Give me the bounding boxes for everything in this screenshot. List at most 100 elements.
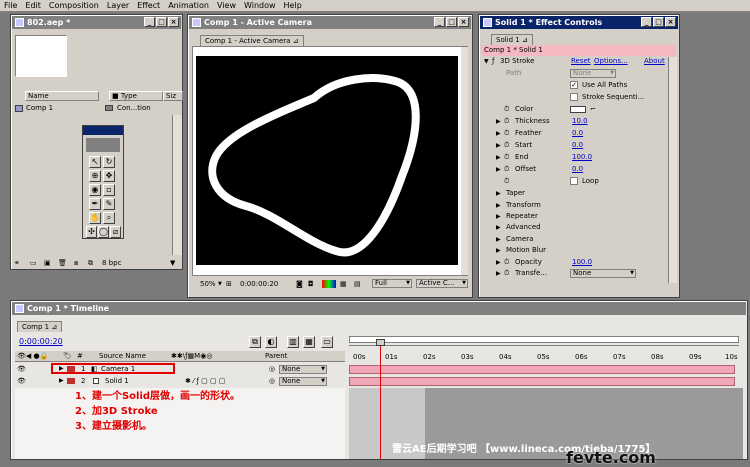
layer-name[interactable]: Solid 1	[105, 376, 129, 386]
minimize-button[interactable]: _	[434, 17, 445, 27]
bpc-label[interactable]: 8 bpc	[102, 257, 121, 269]
layer-switches-icon[interactable]: ✱ ⁄ ƒ ▢ ▢ ▢	[185, 376, 225, 386]
menu-help[interactable]: Help	[280, 1, 306, 10]
parent-select[interactable]: None	[279, 377, 327, 386]
use-all-paths-checkbox[interactable]: ✓	[570, 81, 578, 89]
fx-toggle-icon[interactable]: ƒ	[492, 56, 494, 67]
color-swatch[interactable]	[570, 106, 586, 113]
zoom-tool-icon[interactable]: ⌕	[103, 212, 115, 224]
axis-mode-world-icon[interactable]: ◯	[98, 226, 109, 238]
chevron-right-icon[interactable]: ▶	[496, 245, 501, 256]
tab-active-camera[interactable]: Comp 1 - Active Camera ⊿	[200, 35, 304, 46]
minimize-button[interactable]: _	[144, 17, 155, 27]
safe-margins-icon[interactable]: ⊞	[226, 278, 232, 290]
loop-checkbox[interactable]	[570, 177, 578, 185]
comp-timecode[interactable]: 0:00:00:20	[240, 278, 278, 290]
new-comp-icon[interactable]: ▣	[44, 257, 51, 269]
expand-icon[interactable]: ▶	[59, 376, 64, 386]
path-select[interactable]: None	[570, 69, 616, 78]
work-area-bar[interactable]	[349, 336, 739, 343]
thickness-value[interactable]: 10.0	[572, 116, 588, 127]
stopwatch-icon[interactable]: ⏱	[504, 268, 509, 279]
comp-titlebar[interactable]: Comp 1 - Active Camera _ □ ×	[189, 16, 471, 29]
source-name-header[interactable]: Source Name	[99, 351, 146, 362]
axis-mode-local-icon[interactable]: ✣	[86, 226, 97, 238]
stopwatch-icon[interactable]: ⏱	[504, 152, 509, 163]
chevron-right-icon[interactable]: ▶	[496, 268, 501, 279]
column-name[interactable]: Name	[25, 91, 99, 101]
project-scrollbar[interactable]	[172, 115, 182, 255]
reset-link[interactable]: Reset	[571, 56, 591, 67]
stroke-sequentially-checkbox[interactable]	[570, 93, 578, 101]
effects-titlebar[interactable]: Solid 1 * Effect Controls _ □ ×	[480, 16, 678, 29]
scroll-arrow-icon[interactable]: ▼	[170, 257, 175, 269]
chevron-right-icon[interactable]: ▶	[496, 188, 501, 199]
resolution-select[interactable]: Full	[372, 279, 412, 288]
playhead-handle-icon[interactable]	[376, 339, 385, 346]
mask-tool-icon[interactable]: ▫	[103, 184, 115, 196]
motion-blur-icon[interactable]: ▦	[303, 336, 315, 348]
parent-header[interactable]: Parent	[265, 351, 287, 362]
pen-tool-icon[interactable]: ✒	[89, 198, 101, 210]
chevron-right-icon[interactable]: ▶	[496, 257, 501, 268]
group-motion-blur-row[interactable]: ▶ Motion Blur	[482, 245, 676, 256]
minimize-button[interactable]: _	[641, 17, 652, 27]
interpret-icon[interactable]: ⧈	[74, 257, 78, 269]
rotation-tool-icon[interactable]: ↻	[103, 156, 115, 168]
column-size[interactable]: Siz	[163, 91, 183, 101]
stopwatch-icon[interactable]: ⏱	[504, 164, 509, 175]
stopwatch-icon[interactable]: ⏱	[504, 128, 509, 139]
feather-value[interactable]: 0.0	[572, 128, 583, 139]
group-camera-row[interactable]: ▶ Camera	[482, 234, 676, 245]
chevron-down-icon[interactable]: ▼	[484, 56, 489, 67]
menu-effect[interactable]: Effect	[133, 1, 164, 10]
column-type[interactable]: ■ Type	[109, 91, 163, 101]
stopwatch-icon[interactable]: ⏱	[504, 176, 509, 187]
draft-3d-icon[interactable]: ◐	[265, 336, 277, 348]
menu-view[interactable]: View	[213, 1, 240, 10]
opacity-value[interactable]: 100.0	[572, 257, 592, 268]
eye-icon[interactable]: 👁	[17, 376, 26, 386]
flowchart-icon[interactable]: ⚭	[14, 257, 20, 269]
maximize-button[interactable]: □	[156, 17, 167, 27]
chevron-right-icon[interactable]: ▶	[496, 116, 501, 127]
pan-behind-tool-icon[interactable]: ◉	[89, 184, 101, 196]
menu-window[interactable]: Window	[240, 1, 280, 10]
chevron-right-icon[interactable]: ▶	[496, 200, 501, 211]
chevron-right-icon[interactable]: ▶	[496, 164, 501, 175]
zoom-level[interactable]: 50%	[200, 278, 216, 290]
orbit-camera-tool-icon[interactable]: ⊕	[89, 170, 101, 182]
color-channel-icon[interactable]	[322, 280, 336, 288]
stopwatch-icon[interactable]: ⏱	[504, 140, 509, 151]
selection-tool-icon[interactable]: ↖	[89, 156, 101, 168]
transfer-mode-select[interactable]: None	[570, 269, 636, 278]
menu-file[interactable]: File	[0, 1, 21, 10]
group-advanced-row[interactable]: ▶ Advanced	[482, 222, 676, 233]
frame-blend-icon[interactable]: ▥	[287, 336, 299, 348]
time-ruler[interactable]: 00s 01s 02s 03s 04s 05s 06s 07s 08s 09s …	[347, 353, 741, 363]
tools-titlebar[interactable]	[83, 126, 123, 135]
options-link[interactable]: Options...	[594, 56, 628, 67]
playhead[interactable]	[380, 341, 381, 459]
tab-comp1[interactable]: Comp 1 ⊿	[17, 321, 63, 332]
parent-select[interactable]: None	[279, 365, 327, 374]
chevron-right-icon[interactable]: ▶	[496, 234, 501, 245]
hand-tool-icon[interactable]: ✋	[89, 212, 101, 224]
stopwatch-icon[interactable]: ⏱	[504, 257, 509, 268]
offset-value[interactable]: 0.0	[572, 164, 583, 175]
chevron-right-icon[interactable]: ▶	[496, 128, 501, 139]
eyedropper-icon[interactable]: ⌐	[590, 104, 596, 115]
group-taper-row[interactable]: ▶ Taper	[482, 188, 676, 199]
chevron-right-icon[interactable]: ▶	[496, 211, 501, 222]
effect-3d-stroke-row[interactable]: ▼ ƒ 3D Stroke Reset Options... About	[482, 56, 676, 67]
parent-pickwhip-icon[interactable]: ◎	[269, 376, 275, 386]
close-button[interactable]: ×	[458, 17, 469, 27]
track-bar-camera[interactable]	[349, 365, 735, 374]
trash-icon[interactable]: 🗑	[58, 257, 67, 269]
chevron-right-icon[interactable]: ▶	[496, 152, 501, 163]
stopwatch-icon[interactable]: ⏱	[504, 116, 509, 127]
project-titlebar[interactable]: 802.aep * _ □ ×	[12, 16, 181, 29]
show-snapshot-icon[interactable]: ◘	[308, 278, 314, 290]
brush-tool-icon[interactable]: ✎	[103, 198, 115, 210]
pixel-aspect-icon[interactable]: ▤	[354, 278, 361, 290]
